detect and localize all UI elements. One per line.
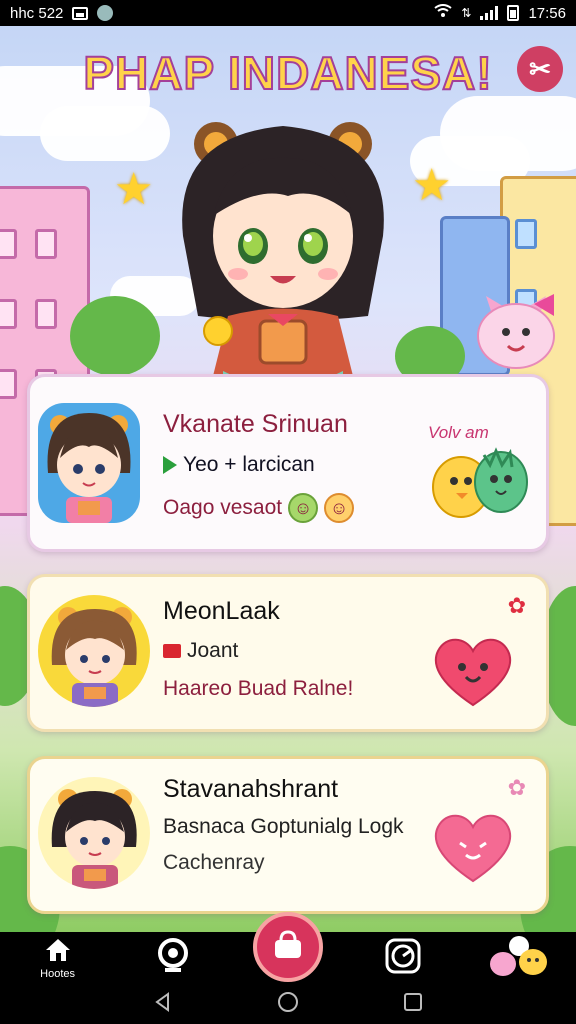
close-button[interactable]: ✂ <box>517 46 563 92</box>
app-icon <box>97 5 114 21</box>
nav-friends[interactable] <box>483 932 553 984</box>
avatar <box>38 403 140 523</box>
pink-pet-character <box>477 294 555 369</box>
card-status: Oago vesaot ☺ ☺ <box>163 493 355 523</box>
card-subtitle: Joant <box>163 639 238 663</box>
card-status-text: Oago vesaot <box>163 496 283 519</box>
card-subtitle-text: Yeo + larcican <box>183 453 315 476</box>
signal-icon <box>480 6 499 20</box>
shop-button[interactable] <box>253 912 323 982</box>
back-icon[interactable] <box>152 991 174 1018</box>
status-time: 17:56 <box>528 4 566 22</box>
card-subtitle: Yeo + larcican <box>163 453 315 477</box>
hero-character <box>182 122 384 396</box>
star-icon: ★ <box>114 165 154 214</box>
card-subtitle-text: Joant <box>187 639 239 662</box>
card-status: Cachenray <box>163 851 265 875</box>
image-icon <box>72 6 89 20</box>
bush <box>70 296 160 376</box>
friends-icon <box>487 934 549 983</box>
app-title: PHAP INDANESA! <box>82 46 493 100</box>
red-flag-icon <box>163 644 181 658</box>
recents-icon[interactable] <box>402 991 424 1018</box>
clock-icon <box>384 937 422 980</box>
card-title: Vkanate Srinuan <box>163 410 348 438</box>
avatar <box>38 595 150 707</box>
star-icon: ★ <box>412 161 452 210</box>
heart-icon[interactable] <box>432 809 514 885</box>
profile-card[interactable]: Vkanate Srinuan Yeo + larcican Oago vesa… <box>27 374 549 552</box>
card-subtitle: Basnaca Goptunialg Logk <box>163 815 404 839</box>
home-icon <box>43 937 73 968</box>
wifi-icon <box>434 4 452 22</box>
close-icon: ✂ <box>529 53 551 84</box>
main-screen: PHAP INDANESA! ✂ ★ ★ Vkanate Srinuan Yeo… <box>0 26 576 932</box>
bow-icon[interactable]: ✿ <box>508 593 526 619</box>
nav-home-label: Hootes <box>40 967 76 980</box>
heart-icon[interactable] <box>432 633 514 709</box>
green-smiley-icon: ☺ <box>288 493 319 523</box>
play-flag-icon <box>163 456 177 474</box>
card-status: Haareo Buad Ralne! <box>163 677 353 701</box>
home-circle-icon[interactable] <box>277 991 299 1018</box>
profile-card[interactable]: MeonLaak Joant Haareo Buad Ralne! ✿ <box>27 574 549 732</box>
bow-outline-icon[interactable]: ✿ <box>508 775 526 801</box>
webcam-icon <box>156 937 190 979</box>
nav-webcam[interactable] <box>138 932 208 984</box>
card-status-text: Haareo Buad Ralne! <box>163 677 354 700</box>
avatar <box>38 777 150 889</box>
profile-card[interactable]: Stavanahshrant Basnaca Goptunialg Logk C… <box>27 756 549 914</box>
data-icon: ⇅ <box>461 6 472 20</box>
shopping-bag-icon <box>271 929 305 965</box>
battery-icon <box>507 5 520 21</box>
nav-home[interactable]: Hootes <box>23 932 93 984</box>
nav-clock[interactable] <box>368 932 438 984</box>
system-navigation <box>0 984 576 1024</box>
card-subtitle-text: Basnaca Goptunialg Logk <box>163 815 404 838</box>
status-left-text: hhc 522 <box>10 4 64 22</box>
orange-smiley-icon: ☺ <box>324 493 355 523</box>
pets-illustration <box>432 447 528 518</box>
card-title: Stavanahshrant <box>163 775 339 803</box>
cloud <box>40 106 170 161</box>
card-title: MeonLaak <box>163 597 280 625</box>
status-bar: hhc 522 ⇅ 17:56 <box>0 0 576 26</box>
card-status-text: Cachenray <box>163 851 265 874</box>
